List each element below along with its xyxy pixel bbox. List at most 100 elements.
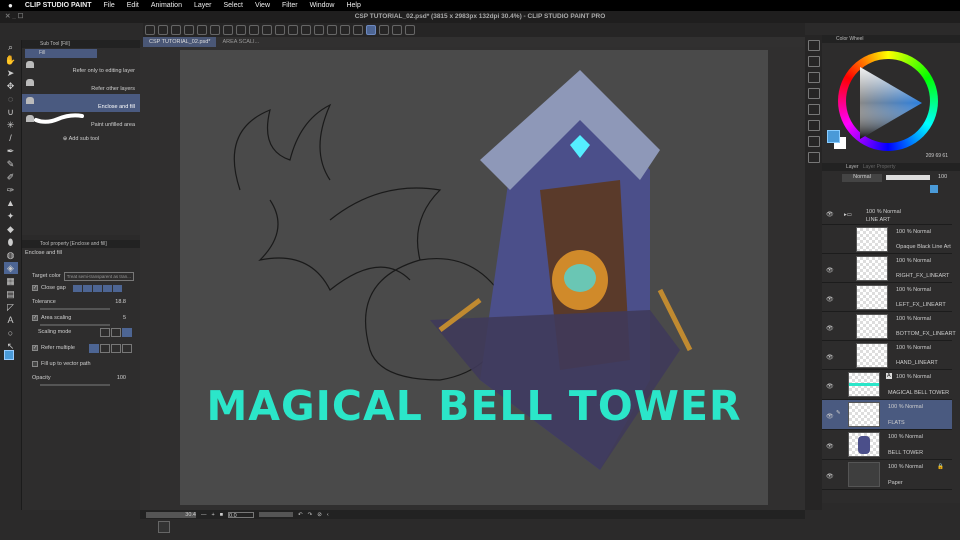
subtool-paint-unfilled[interactable]: Paint unfilled area <box>22 112 140 130</box>
refer-multiple-buttons[interactable] <box>89 343 132 353</box>
navigator-icon[interactable] <box>158 521 170 533</box>
eye-icon[interactable]: 👁 <box>826 383 834 390</box>
airbrush-icon[interactable]: ✑ <box>4 184 18 196</box>
opacity-slider[interactable] <box>886 175 930 180</box>
menu-window[interactable]: Window <box>310 2 335 9</box>
opacity-row[interactable]: Opacity 100 <box>22 370 140 386</box>
layer-row[interactable]: 👁 100 % Normal RIGHT_FX_LINEART <box>822 254 952 283</box>
menu-animation[interactable]: Animation <box>151 2 182 9</box>
target-color-select[interactable]: Treat semi-transparent as tran... <box>63 271 134 281</box>
close-gap-levels[interactable] <box>72 284 122 292</box>
layer-row[interactable]: 👁 100 % Normal HAND_LINEART <box>822 341 952 370</box>
tolerance-row[interactable]: Tolerance 18.8 <box>22 294 140 310</box>
tab-area-scaling[interactable]: AREA SCALI... <box>216 37 265 47</box>
reset-icon[interactable]: ⊘ <box>317 512 322 518</box>
toolbar-button[interactable] <box>405 25 415 35</box>
fill-icon[interactable]: ⬮ <box>4 236 18 248</box>
layer-opacity-value[interactable]: 100 <box>938 174 947 180</box>
area-scaling-row[interactable]: ✓ Area scaling 5 <box>22 310 140 326</box>
wand-icon[interactable]: ✳ <box>4 119 18 131</box>
area-scaling-checkbox[interactable]: ✓ <box>32 315 38 321</box>
panel-icon[interactable] <box>807 88 820 99</box>
toolbar-button[interactable] <box>327 25 337 35</box>
toolbar-button[interactable] <box>158 25 168 35</box>
pencil-icon[interactable]: ✎ <box>4 158 18 170</box>
toolbar-button[interactable] <box>184 25 194 35</box>
flip-icon[interactable]: ‹ <box>327 512 329 518</box>
add-subtool-button[interactable]: ⊕ Add sub tool <box>22 136 140 142</box>
toolbar-button[interactable] <box>171 25 181 35</box>
ruler-icon[interactable]: ◸ <box>4 301 18 313</box>
toolbar-button[interactable] <box>197 25 207 35</box>
text-icon[interactable]: A <box>4 314 18 326</box>
subtool-enclose-fill[interactable]: Enclose and fill <box>22 94 140 112</box>
angle-value[interactable]: 0.0 <box>228 511 255 519</box>
layer-row[interactable]: 👁 100 % Normal BELL TOWER <box>822 430 952 460</box>
menu-layer[interactable]: Layer <box>194 2 212 9</box>
layer-row[interactable]: 👁 100 % Normal BOTTOM_FX_LINEART <box>822 312 956 341</box>
hand-icon[interactable]: ✋ <box>4 54 18 66</box>
layer-tab[interactable]: Layer Layer Property <box>822 163 960 171</box>
canvas[interactable] <box>180 50 768 505</box>
angle-slider[interactable] <box>259 512 294 517</box>
redo-icon[interactable] <box>249 25 259 35</box>
panel-icon[interactable] <box>807 56 820 67</box>
eye-icon[interactable]: 👁 <box>826 267 834 274</box>
toolbar-button[interactable] <box>314 25 324 35</box>
zoom-out-icon[interactable]: — <box>201 512 207 518</box>
eye-icon[interactable]: 👁 <box>826 354 834 361</box>
brush-icon[interactable]: ✐ <box>4 171 18 183</box>
pen-icon[interactable]: ✒ <box>4 145 18 157</box>
ruler-icon[interactable] <box>366 25 376 35</box>
fill-vector-checkbox[interactable] <box>32 361 38 367</box>
toolbar-button[interactable] <box>392 25 402 35</box>
enclose-fill-icon[interactable]: ◈ <box>3 262 18 274</box>
toolbar-button[interactable] <box>210 25 220 35</box>
layer-row[interactable]: 100 % Normal Opaque Black Line Art <box>822 225 952 254</box>
tab-csp-tutorial[interactable]: CSP TUTORIAL_02.psd* <box>143 37 217 47</box>
undo-icon[interactable] <box>236 25 246 35</box>
layer-row[interactable]: 👁 100 % Normal LEFT_FX_LINEART <box>822 283 952 312</box>
subtool-group-fill[interactable]: Fill <box>25 49 97 58</box>
rotate-right-icon[interactable]: ↷ <box>308 512 313 518</box>
panel-icon[interactable] <box>807 104 820 115</box>
layer-color-icon[interactable] <box>930 185 938 193</box>
eye-icon[interactable]: 👁 <box>826 211 834 218</box>
balloon-icon[interactable]: ○ <box>4 327 18 339</box>
fill-icon[interactable] <box>288 25 298 35</box>
menu-view[interactable]: View <box>255 2 270 9</box>
move-icon[interactable]: ✥ <box>4 80 18 92</box>
decoration-icon[interactable]: ▲ <box>4 197 18 209</box>
operation-icon[interactable]: ➤ <box>4 67 18 79</box>
panel-icon[interactable] <box>807 152 820 163</box>
lock-icon[interactable]: 🔒 <box>937 464 944 470</box>
rotate-left-icon[interactable]: ↶ <box>298 512 303 518</box>
scaling-mode-buttons[interactable] <box>100 327 132 337</box>
layer-row[interactable]: 👁 🔒 100 % Normal Paper <box>822 460 952 490</box>
menu-filter[interactable]: Filter <box>282 2 298 9</box>
eye-icon[interactable]: 👁 <box>826 413 834 420</box>
close-gap-checkbox[interactable]: ✓ <box>32 285 38 291</box>
menu-edit[interactable]: Edit <box>127 2 139 9</box>
menu-select[interactable]: Select <box>223 2 242 9</box>
layer-row[interactable]: 👁 A 100 % Normal MAGICAL BELL TOWER <box>822 370 952 400</box>
toolbar-button[interactable] <box>275 25 285 35</box>
ruler-icon[interactable] <box>353 25 363 35</box>
gradient-icon[interactable]: ▦ <box>4 275 18 287</box>
panel-icon[interactable] <box>807 120 820 131</box>
eye-icon[interactable]: 👁 <box>826 443 834 450</box>
toolbar-button[interactable] <box>301 25 311 35</box>
layer-row[interactable]: 👁 ✎ 100 % Normal FLATS <box>822 400 952 430</box>
saturation-triangle[interactable] <box>860 67 924 139</box>
blend-mode-select[interactable]: Normal <box>842 174 882 182</box>
app-menu[interactable]: CLIP STUDIO PAINT <box>25 2 92 9</box>
frame-icon[interactable]: ▤ <box>4 288 18 300</box>
panel-icon[interactable] <box>807 40 820 51</box>
subtool-refer-other[interactable]: Refer other layers <box>22 76 140 94</box>
panel-icon[interactable] <box>807 72 820 83</box>
subtool-refer-editing[interactable]: Refer only to editing layer <box>22 58 140 76</box>
bucket-icon[interactable]: ◍ <box>4 249 18 261</box>
blend-icon[interactable]: ✦ <box>4 210 18 222</box>
lasso-icon[interactable]: ◌ <box>4 93 18 105</box>
toolbar-button[interactable] <box>145 25 155 35</box>
